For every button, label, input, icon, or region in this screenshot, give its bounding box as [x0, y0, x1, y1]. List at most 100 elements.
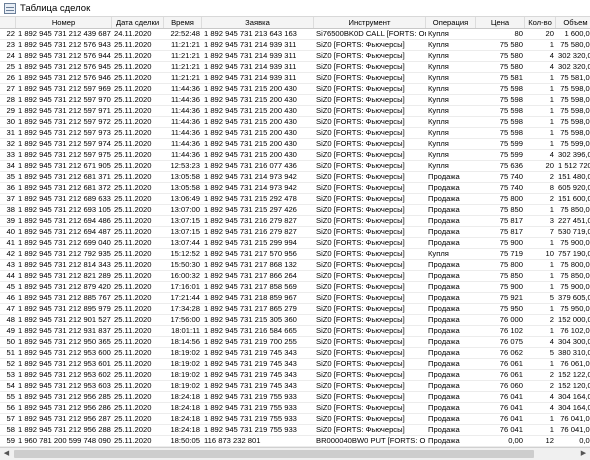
table-row[interactable]: 44 1 892 945 731 212 821 289 25.11.2020 16:…	[0, 271, 590, 282]
cell-instrument: SiZ0 [FORTS: Фьючерсы]	[316, 128, 405, 137]
cell-number: 1 892 945 731 212 681 371	[18, 172, 111, 181]
table-row[interactable]: 52 1 892 945 731 212 953 601 25.11.2020 18:…	[0, 359, 590, 370]
table-row[interactable]: 33 1 892 945 731 212 597 975 25.11.2020 11:…	[0, 150, 590, 161]
cell-number: 1 892 945 731 212 576 946	[18, 73, 111, 82]
header-price[interactable]: Цена	[476, 17, 525, 28]
cell-number: 1 892 945 731 212 597 974	[18, 139, 111, 148]
header-qty[interactable]: Кол-во	[525, 17, 556, 28]
table-row[interactable]: 57 1 892 945 731 212 956 287 25.11.2020 18:…	[0, 414, 590, 425]
cell-volume: 75 900,00	[560, 282, 590, 291]
arrow-left-icon[interactable]: ◀	[0, 448, 13, 460]
cell-number: 1 892 945 731 212 895 979	[18, 304, 111, 313]
cell-number: 1 892 945 731 212 953 601	[18, 359, 111, 368]
cell-volume: 304 300,00	[558, 337, 590, 346]
table-row[interactable]: 42 1 892 945 731 212 792 935 25.11.2020 15:…	[0, 249, 590, 260]
table-row[interactable]: 53 1 892 945 731 212 953 602 25.11.2020 18:…	[0, 370, 590, 381]
cell-date: 25.11.2020	[114, 337, 152, 346]
table-row[interactable]: 55 1 892 945 731 212 956 285 25.11.2020 18:…	[0, 392, 590, 403]
table-row[interactable]: 31 1 892 945 731 212 597 973 25.11.2020 11:…	[0, 128, 590, 139]
cell-order: 1 892 945 731 215 200 430	[204, 106, 297, 115]
table-row[interactable]: 47 1 892 945 731 212 895 979 25.11.2020 17:…	[0, 304, 590, 315]
cell-number: 1 892 945 731 212 597 970	[18, 95, 111, 104]
header-number[interactable]: Номер	[16, 17, 112, 28]
cell-operation: Купля	[428, 62, 449, 71]
cell-date: 25.11.2020	[114, 381, 152, 390]
cell-time: 13:07:44	[170, 238, 200, 247]
cell-qty: 1	[549, 128, 554, 137]
table-row[interactable]: 58 1 892 945 731 212 956 288 25.11.2020 18:…	[0, 425, 590, 436]
header-index[interactable]	[0, 17, 16, 28]
table-row[interactable]: 51 1 892 945 731 212 953 600 25.11.2020 18:…	[0, 348, 590, 359]
cell-operation: Купля	[428, 95, 449, 104]
cell-volume: 75 950,00	[560, 304, 590, 313]
arrow-right-icon[interactable]: ▶	[577, 448, 590, 460]
cell-date: 25.11.2020	[114, 436, 152, 445]
table-row[interactable]: 27 1 892 945 731 212 597 969 25.11.2020 11:…	[0, 84, 590, 95]
table-row[interactable]: 40 1 892 945 731 212 694 487 25.11.2020 13:…	[0, 227, 590, 238]
table-row[interactable]: 46 1 892 945 731 212 885 767 25.11.2020 17:…	[0, 293, 590, 304]
table-row[interactable]: 39 1 892 945 731 212 694 486 25.11.2020 13:…	[0, 216, 590, 227]
cell-operation: Продажа	[428, 436, 460, 445]
cell-operation: Продажа	[428, 216, 460, 225]
header-order[interactable]: Заявка	[202, 17, 314, 28]
deals-table[interactable]: Номер Дата сделки Время Заявка Инструмен…	[0, 17, 590, 447]
cell-number: 1 892 945 731 212 950 365	[18, 337, 111, 346]
table-row[interactable]: 41 1 892 945 731 212 699 040 25.11.2020 13:…	[0, 238, 590, 249]
table-row[interactable]: 28 1 892 945 731 212 597 970 25.11.2020 11:…	[0, 95, 590, 106]
table-row[interactable]: 48 1 892 945 731 212 901 527 25.11.2020 17:…	[0, 315, 590, 326]
table-row[interactable]: 25 1 892 945 731 212 576 945 25.11.2020 11:…	[0, 62, 590, 73]
cell-instrument: SiZ0 [FORTS: Фьючерсы]	[316, 381, 405, 390]
scrollbar-thumb[interactable]	[14, 450, 534, 458]
cell-operation: Продажа	[428, 293, 460, 302]
table-row[interactable]: 35 1 892 945 731 212 681 371 25.11.2020 13:…	[0, 172, 590, 183]
cell-price: 76 041	[499, 392, 523, 401]
header-operation[interactable]: Операция	[426, 17, 476, 28]
table-row[interactable]: 22 1 892 945 731 212 439 687 24.11.2020 22:…	[0, 29, 590, 40]
table-row[interactable]: 23 1 892 945 731 212 576 943 25.11.2020 11:…	[0, 40, 590, 51]
table-row[interactable]: 37 1 892 945 731 212 689 633 25.11.2020 13:…	[0, 194, 590, 205]
cell-price: 0,00	[508, 436, 523, 445]
cell-index: 50	[6, 337, 15, 346]
cell-price: 75 598	[499, 95, 523, 104]
table-row[interactable]: 49 1 892 945 731 212 931 837 25.11.2020 18:…	[0, 326, 590, 337]
table-row[interactable]: 32 1 892 945 731 212 597 974 25.11.2020 11:…	[0, 139, 590, 150]
table-row[interactable]: 36 1 892 945 731 212 681 372 25.11.2020 13:…	[0, 183, 590, 194]
cell-date: 25.11.2020	[114, 95, 152, 104]
cell-date: 25.11.2020	[114, 359, 152, 368]
table-row[interactable]: 38 1 892 945 731 212 693 105 25.11.2020 13:…	[0, 205, 590, 216]
table-row[interactable]: 54 1 892 945 731 212 953 603 25.11.2020 18:…	[0, 381, 590, 392]
cell-date: 25.11.2020	[114, 304, 152, 313]
cell-date: 25.11.2020	[114, 414, 152, 423]
cell-index: 27	[6, 84, 15, 93]
header-date[interactable]: Дата сделки	[112, 17, 164, 28]
header-volume[interactable]: Объем	[556, 17, 590, 28]
cell-qty: 1	[549, 84, 554, 93]
table-row[interactable]: 30 1 892 945 731 212 597 972 25.11.2020 11:…	[0, 117, 590, 128]
table-row[interactable]: 24 1 892 945 731 212 576 944 25.11.2020 11:…	[0, 51, 590, 62]
table-row[interactable]: 26 1 892 945 731 212 576 946 25.11.2020 11:…	[0, 73, 590, 84]
cell-qty: 1	[549, 117, 554, 126]
table-row[interactable]: 34 1 892 945 731 212 671 905 25.11.2020 12:…	[0, 161, 590, 172]
cell-operation: Продажа	[428, 392, 460, 401]
cell-order: 1 892 945 731 216 279 827	[204, 216, 297, 225]
table-row[interactable]: 43 1 892 945 731 212 814 343 25.11.2020 15:…	[0, 260, 590, 271]
table-row[interactable]: 56 1 892 945 731 212 956 286 25.11.2020 18:…	[0, 403, 590, 414]
cell-index: 34	[6, 161, 15, 170]
table-row[interactable]: 59 1 960 781 200 599 748 090 25.11.2020 18:…	[0, 436, 590, 447]
cell-qty: 1	[549, 95, 554, 104]
header-time[interactable]: Время	[164, 17, 202, 28]
table-row[interactable]: 50 1 892 945 731 212 950 365 25.11.2020 18:…	[0, 337, 590, 348]
cell-instrument: SiZ0 [FORTS: Фьючерсы]	[316, 326, 405, 335]
cell-operation: Продажа	[428, 172, 460, 181]
table-row[interactable]: 29 1 892 945 731 212 597 971 25.11.2020 11:…	[0, 106, 590, 117]
header-instrument[interactable]: Инструмент	[314, 17, 426, 28]
cell-order: 1 892 945 731 214 939 311	[204, 73, 297, 82]
cell-price: 76 061	[499, 370, 523, 379]
cell-time: 13:07:15	[170, 216, 200, 225]
cell-operation: Продажа	[428, 315, 460, 324]
horizontal-scrollbar[interactable]: ◀ ▶	[0, 447, 590, 460]
cell-volume: 75 598,00	[560, 117, 590, 126]
cell-volume: 75 850,00	[560, 205, 590, 214]
cell-date: 25.11.2020	[114, 172, 152, 181]
table-row[interactable]: 45 1 892 945 731 212 879 420 25.11.2020 17:…	[0, 282, 590, 293]
